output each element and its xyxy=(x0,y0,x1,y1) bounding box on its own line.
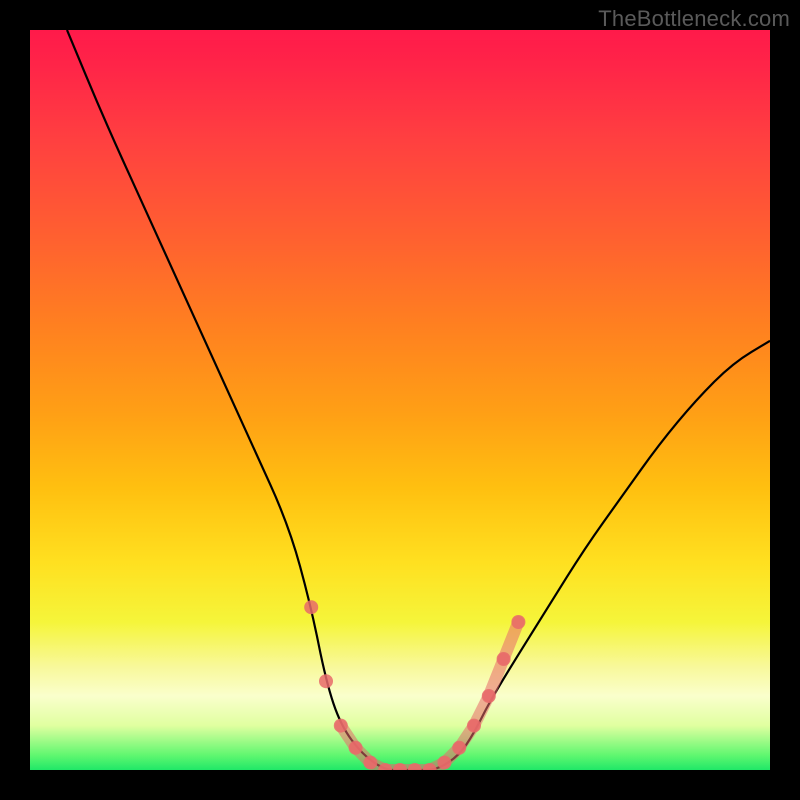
marker-dot xyxy=(363,756,377,770)
watermark-text: TheBottleneck.com xyxy=(598,6,790,32)
marker-points xyxy=(304,600,525,770)
marker-dot xyxy=(511,615,525,629)
marker-dot xyxy=(467,719,481,733)
chart-container: TheBottleneck.com xyxy=(0,0,800,800)
plot-area xyxy=(30,30,770,770)
marker-dot xyxy=(319,674,333,688)
marker-dot xyxy=(304,600,318,614)
marker-dot xyxy=(437,756,451,770)
marker-dot xyxy=(349,741,363,755)
marker-dot xyxy=(452,741,466,755)
marker-dot xyxy=(497,652,511,666)
bottleneck-curve xyxy=(67,30,770,770)
curve-layer xyxy=(30,30,770,770)
marker-dot xyxy=(482,689,496,703)
marker-dot xyxy=(334,719,348,733)
